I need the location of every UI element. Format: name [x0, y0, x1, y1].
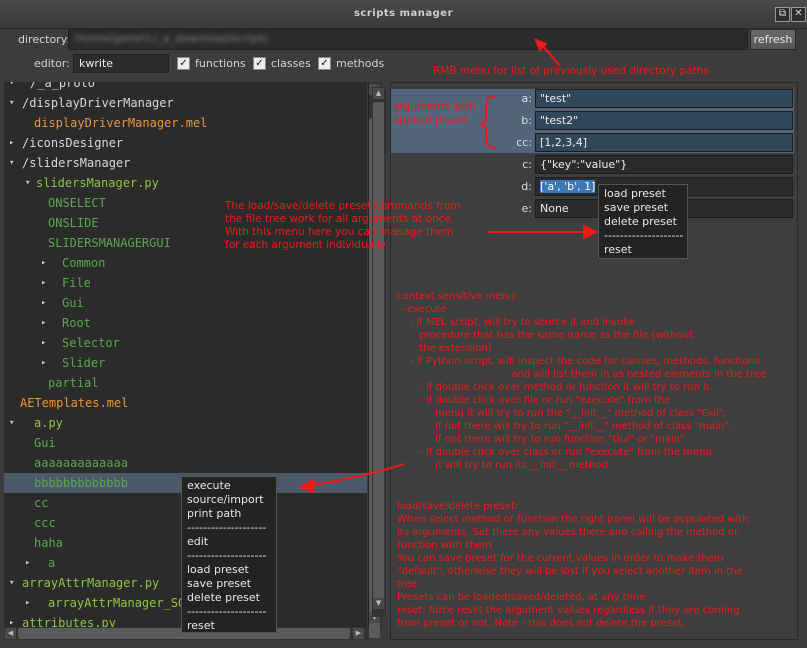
menu-item[interactable]: execute: [182, 479, 276, 493]
rmb-annotation: RMB menu for list of previously used dir…: [433, 65, 709, 77]
menu-item[interactable]: delete preset: [599, 215, 687, 229]
presets-annotation: load/save/delete preset: When select met…: [397, 501, 749, 629]
menu-item[interactable]: load preset: [182, 563, 276, 577]
menu-separator: --------------------: [187, 521, 267, 534]
menu-item[interactable]: load preset: [599, 187, 687, 201]
context-menu-arrow-head: [297, 478, 316, 494]
argument-context-menu[interactable]: load preset save preset delete preset -----…: [598, 184, 688, 259]
applied-brace: [479, 95, 497, 149]
menu-item[interactable]: save preset: [182, 577, 276, 591]
context-menu-arrow: [305, 463, 405, 487]
menu-separator: --------------------: [187, 605, 267, 618]
tree-context-menu[interactable]: execute source/import print path ----------…: [181, 476, 277, 633]
menu-separator: --------------------: [187, 549, 267, 562]
menu-item[interactable]: edit: [182, 535, 276, 549]
preset-menu-annotation: The load/save/delete preset commands fro…: [225, 200, 461, 251]
context-menu-annotation: context sensitive menu: - execute - if M…: [397, 291, 767, 471]
menu-item[interactable]: reset: [182, 619, 276, 633]
menu-item[interactable]: print path: [182, 507, 276, 521]
menu-item[interactable]: save preset: [599, 201, 687, 215]
menu-item[interactable]: delete preset: [182, 591, 276, 605]
rmb-arrow: [541, 44, 561, 67]
menu-item[interactable]: source/import: [182, 493, 276, 507]
menu-separator: --------------------: [604, 229, 684, 242]
menu-item[interactable]: reset: [599, 243, 687, 257]
preset-menu-arrow-head: [583, 224, 599, 240]
applied-preset-annotation: arguments with applied preset: [393, 101, 476, 126]
